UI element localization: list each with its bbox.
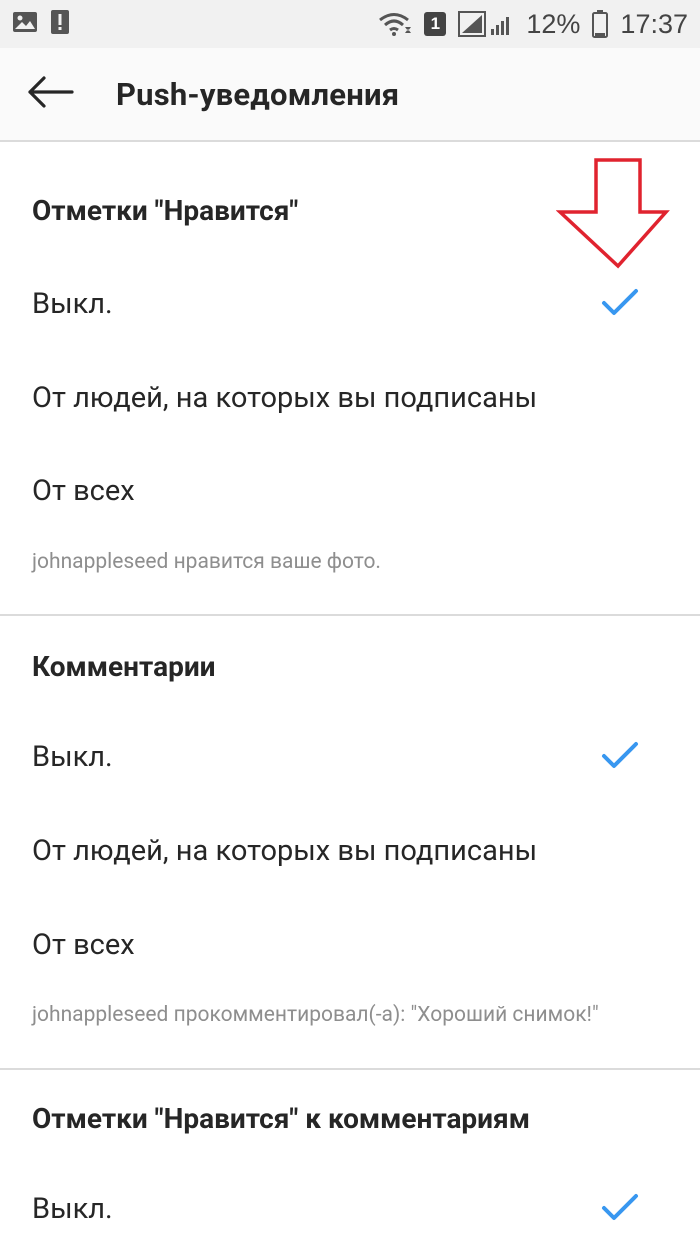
option-off[interactable]: Выкл.: [0, 1163, 700, 1244]
option-everyone[interactable]: От всех: [0, 445, 700, 537]
section-comment-likes: Отметки "Нравится" к комментариям Выкл.: [0, 1070, 700, 1244]
option-label: Выкл.: [32, 1192, 113, 1226]
option-label: От всех: [32, 474, 135, 508]
sim-badge-icon: 1: [424, 12, 447, 36]
section-title: Отметки "Нравится": [32, 194, 299, 227]
option-following[interactable]: От людей, на которых вы подписаны: [0, 352, 700, 444]
gallery-icon: [12, 11, 38, 37]
example-text: johnappleseed прокомментировал(-а): "Хор…: [32, 1003, 599, 1027]
battery-icon: [592, 10, 609, 38]
option-label: От людей, на которых вы подписаны: [32, 834, 538, 868]
option-following[interactable]: От людей, на которых вы подписаны: [0, 805, 700, 897]
annotation-arrow-icon: [555, 158, 674, 274]
battery-percent: 12%: [526, 8, 581, 39]
app-header: Push-уведомления: [0, 48, 700, 142]
alert-icon: [50, 9, 70, 39]
signal-icon: [458, 11, 514, 37]
sim-badge-number: 1: [430, 14, 441, 33]
checkmark-icon: [600, 287, 640, 321]
option-label: От всех: [32, 928, 135, 962]
checkmark-icon: [600, 1192, 640, 1226]
back-button[interactable]: [0, 47, 100, 141]
page-title: Push-уведомления: [116, 75, 400, 113]
wifi-icon: [378, 11, 412, 37]
clock: 17:37: [620, 8, 688, 39]
option-off[interactable]: Выкл.: [0, 711, 700, 803]
section-title: Отметки "Нравится" к комментариям: [32, 1102, 530, 1135]
option-label: Выкл.: [32, 287, 113, 321]
example-text: johnappleseed нравится ваше фото.: [32, 550, 381, 574]
status-bar: 1 12% 17:37: [0, 0, 700, 48]
section-title: Комментарии: [32, 650, 216, 683]
section-comments: Комментарии Выкл. От людей, на которых в…: [0, 616, 700, 1068]
option-everyone[interactable]: От всех: [0, 899, 700, 991]
option-label: Выкл.: [32, 740, 113, 774]
option-label: От людей, на которых вы подписаны: [32, 381, 538, 415]
checkmark-icon: [600, 740, 640, 774]
back-arrow-icon: [26, 75, 74, 113]
